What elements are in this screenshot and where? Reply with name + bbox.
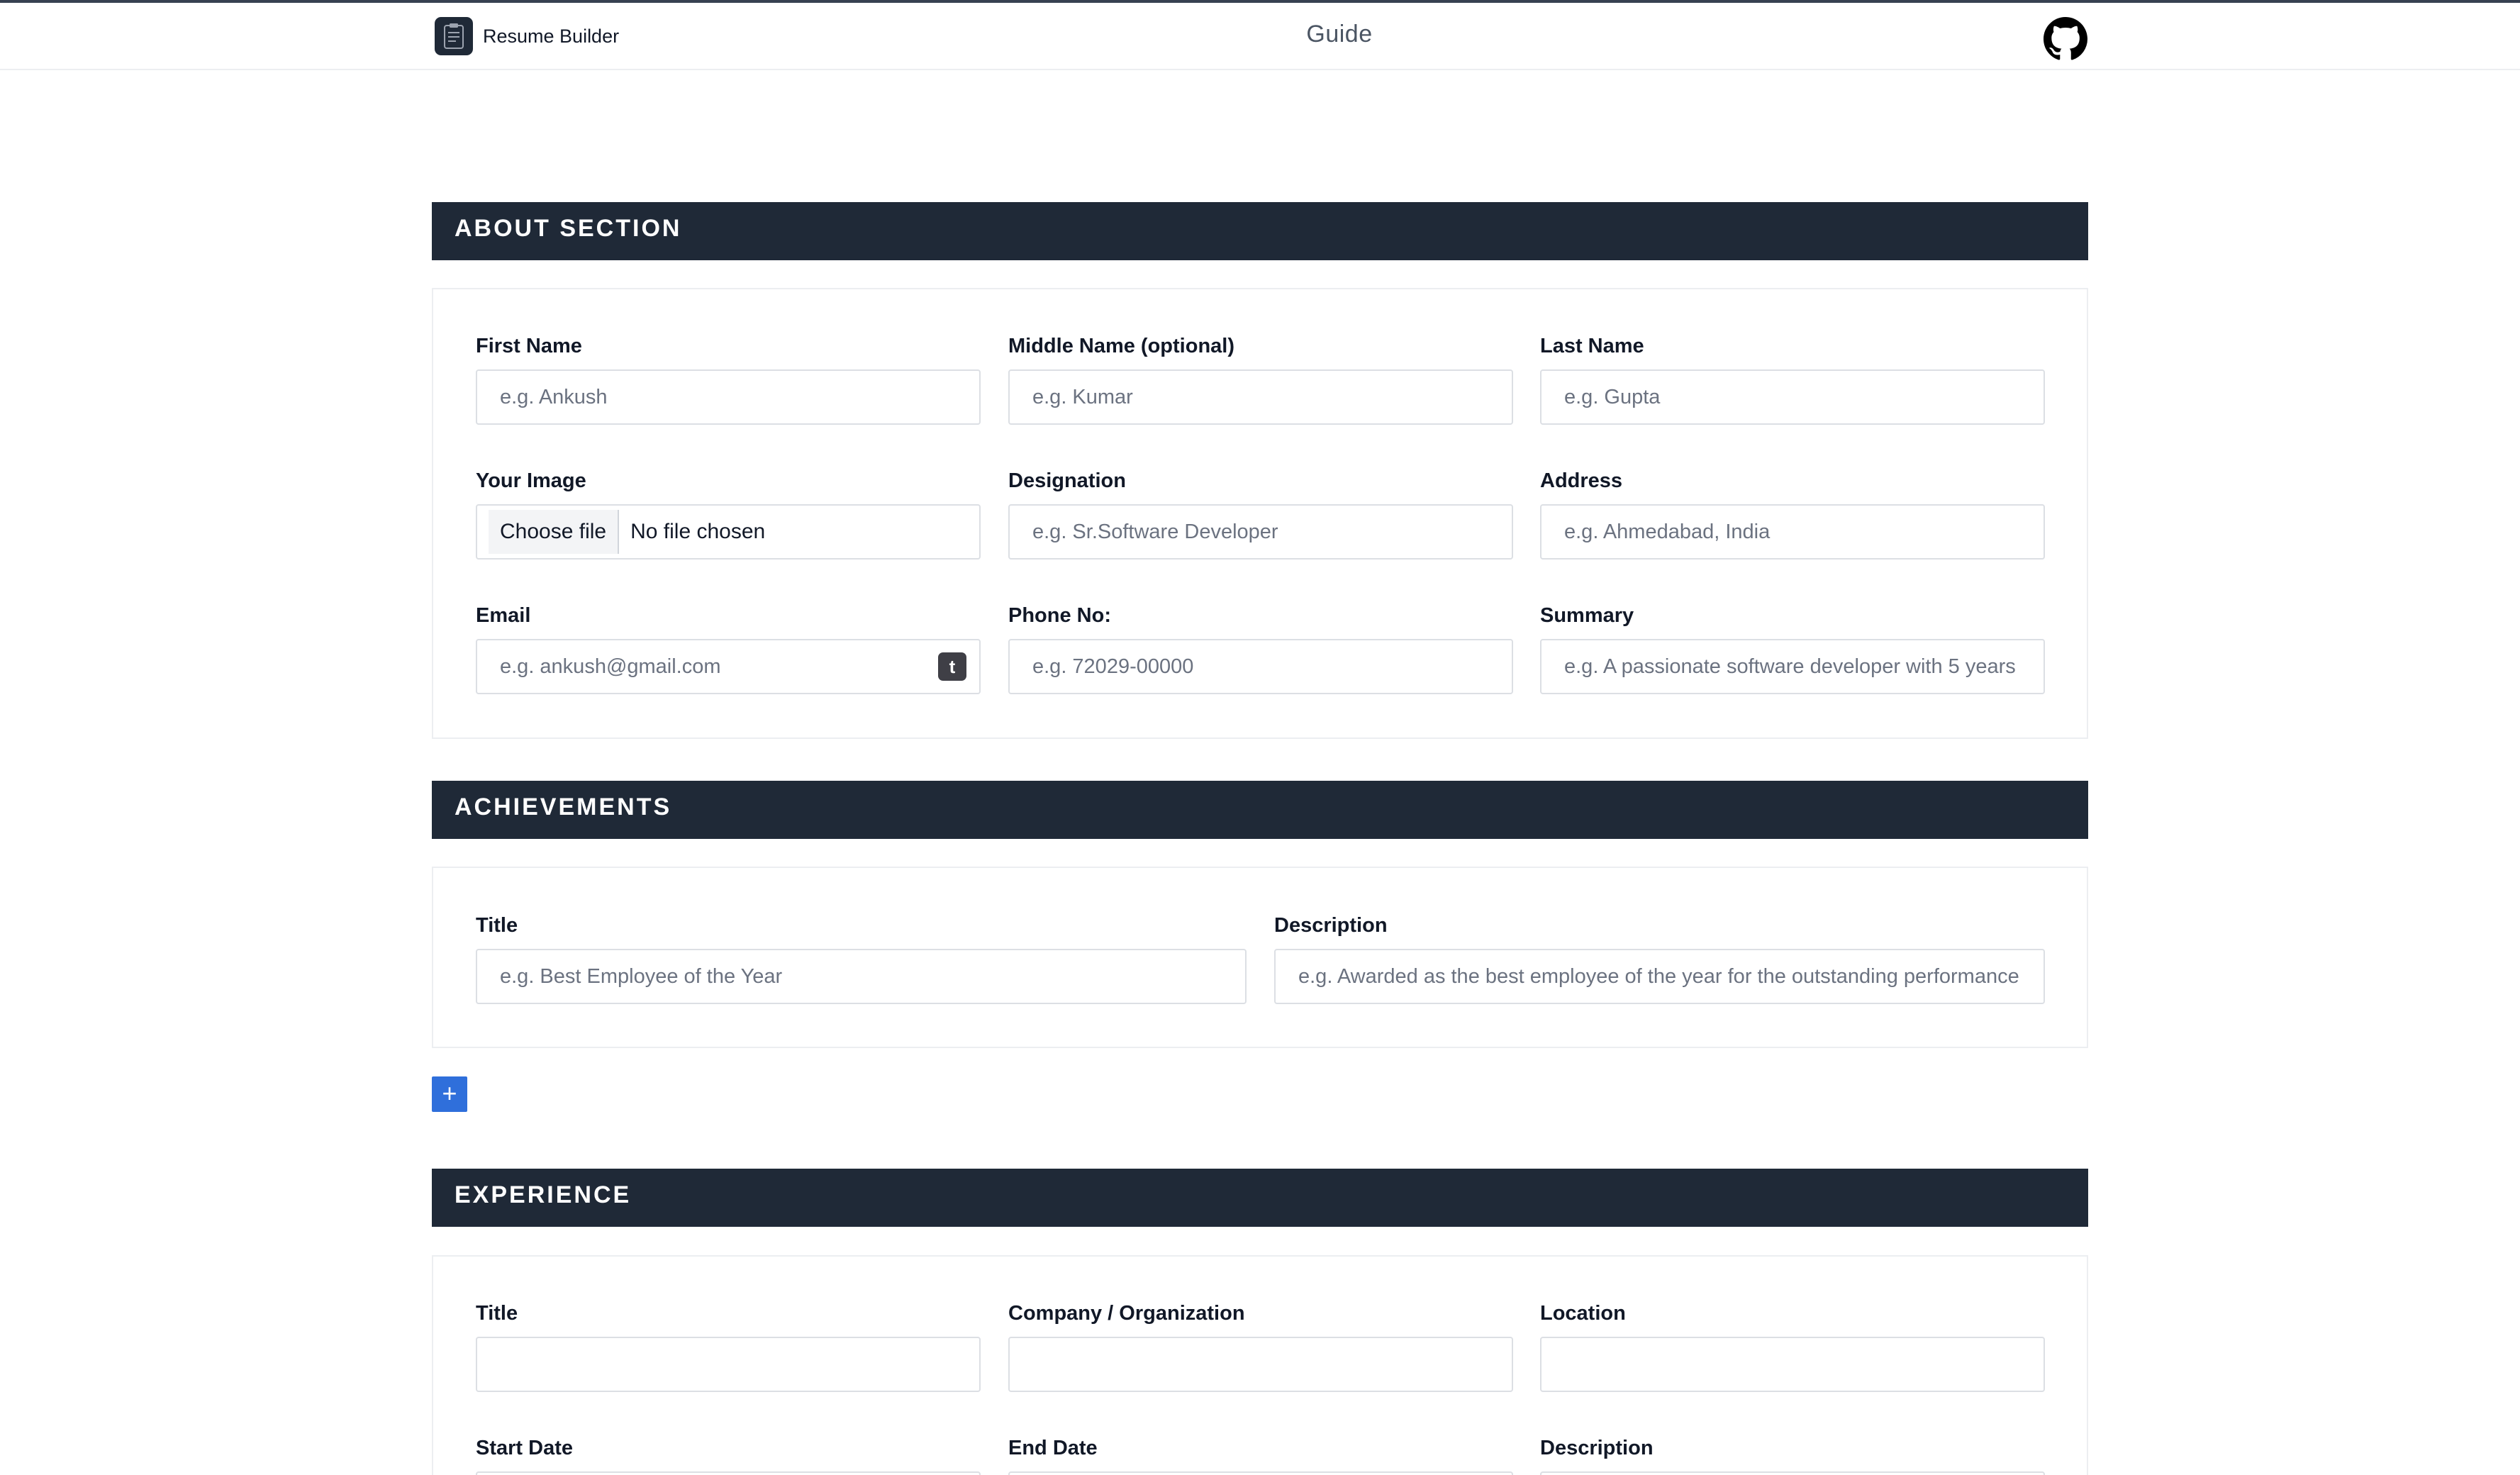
brand-name: Resume Builder [483, 25, 620, 47]
phone-label: Phone No: [1008, 604, 1111, 627]
start-date-label: Start Date [476, 1437, 573, 1459]
about-section-title: ABOUT SECTION [455, 215, 682, 242]
achievement-title-input[interactable] [476, 949, 1247, 1004]
github-icon[interactable] [2044, 17, 2087, 61]
address-label: Address [1540, 469, 1623, 492]
email-label: Email [476, 604, 531, 627]
choose-file-button[interactable]: Choose file [489, 510, 620, 554]
experience-section-header: EXPERIENCE [432, 1169, 2088, 1227]
address-input[interactable] [1540, 504, 2045, 560]
middle-name-label: Middle Name (optional) [1008, 335, 1234, 357]
experience-description-input[interactable] [1540, 1471, 2045, 1475]
designation-label: Designation [1008, 469, 1126, 492]
company-label: Company / Organization [1008, 1302, 1245, 1325]
first-name-label: First Name [476, 335, 582, 357]
achievements-section-title: ACHIEVEMENTS [455, 794, 672, 820]
navbar: Resume Builder Guide [0, 3, 2520, 70]
experience-title-input[interactable] [476, 1337, 981, 1392]
end-date-input[interactable] [1008, 1471, 1513, 1475]
file-status-text: No file chosen [630, 520, 766, 543]
achievement-description-input[interactable] [1274, 949, 2045, 1004]
middle-name-input[interactable] [1008, 369, 1513, 425]
experience-section-title: EXPERIENCE [455, 1181, 632, 1208]
designation-input[interactable] [1008, 504, 1513, 560]
email-input[interactable] [476, 639, 981, 694]
nav-link-guide[interactable]: Guide [1276, 21, 1403, 48]
autofill-icon[interactable]: t [938, 652, 966, 681]
experience-description-label: Description [1540, 1437, 1654, 1459]
image-label: Your Image [476, 469, 586, 492]
summary-input[interactable] [1540, 639, 2045, 694]
add-achievement-button[interactable]: + [432, 1076, 467, 1112]
notepad-icon [435, 17, 473, 55]
last-name-input[interactable] [1540, 369, 2045, 425]
phone-input[interactable] [1008, 639, 1513, 694]
end-date-label: End Date [1008, 1437, 1098, 1459]
brand-link[interactable]: Resume Builder [435, 17, 619, 55]
achievements-section-header: ACHIEVEMENTS [432, 781, 2088, 839]
start-date-input[interactable] [476, 1471, 981, 1475]
achievement-description-label: Description [1274, 914, 1388, 937]
last-name-label: Last Name [1540, 335, 1644, 357]
company-input[interactable] [1008, 1337, 1513, 1392]
first-name-input[interactable] [476, 369, 981, 425]
about-section-header: ABOUT SECTION [432, 202, 2088, 260]
location-input[interactable] [1540, 1337, 2045, 1392]
summary-label: Summary [1540, 604, 1634, 627]
location-label: Location [1540, 1302, 1626, 1325]
achievement-title-label: Title [476, 914, 518, 937]
experience-title-label: Title [476, 1302, 518, 1325]
image-file-input[interactable]: Choose file No file chosen [476, 504, 981, 560]
